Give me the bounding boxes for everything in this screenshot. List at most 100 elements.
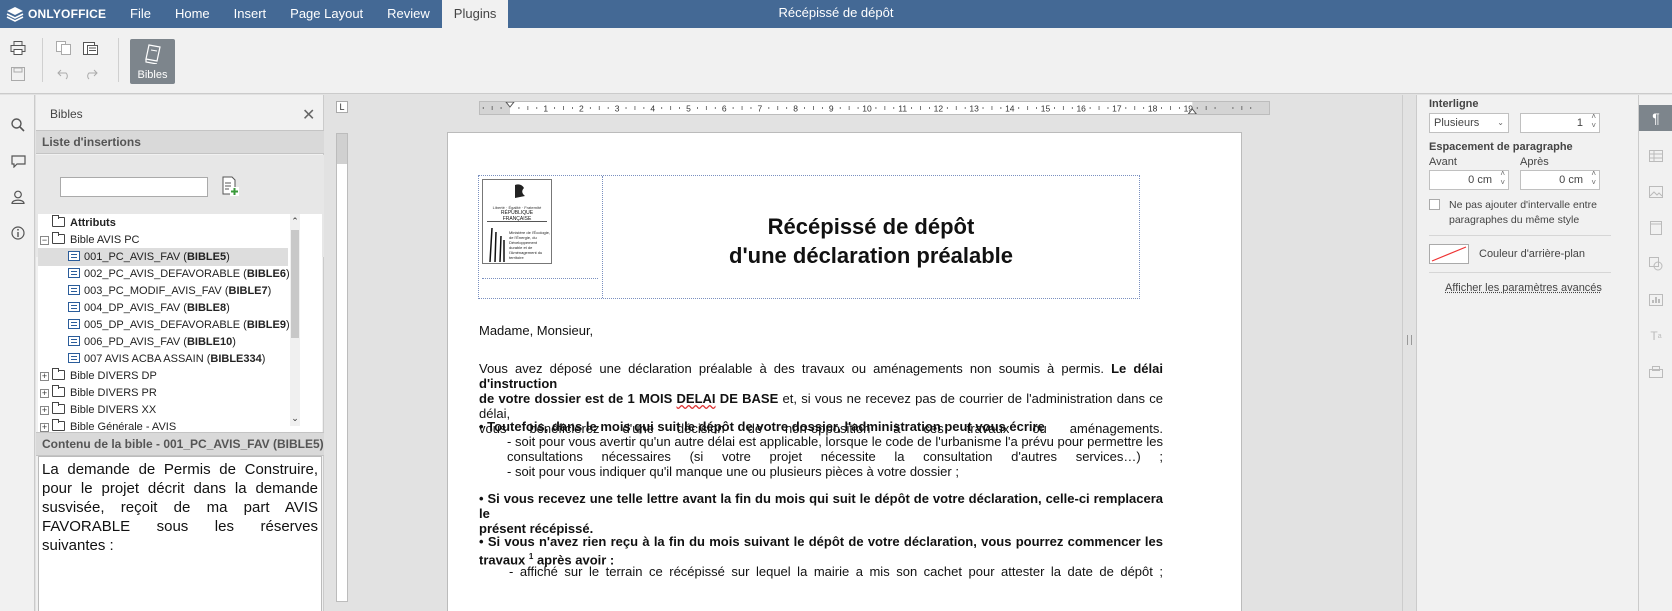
tree-item-bible6[interactable]: 002_PC_AVIS_DEFAVORABLE (BIBLE6) — [68, 265, 290, 283]
tab-review[interactable]: Review — [375, 0, 442, 28]
ruler-tick-label: 13 — [969, 104, 979, 114]
copy-icon[interactable] — [53, 37, 75, 59]
info-icon[interactable] — [8, 223, 28, 243]
chart-settings-icon[interactable] — [1647, 291, 1665, 309]
ruler-tick-label: 5 — [686, 104, 691, 114]
tab-insert[interactable]: Insert — [222, 0, 279, 28]
line-spacing-mode-select[interactable]: Plusieurs ⌄ — [1429, 113, 1509, 133]
bullet-1-line: - soit pour vous avertir qu'un autre dél… — [507, 434, 1163, 449]
expand-icon[interactable]: + — [40, 389, 49, 398]
line-spacing-value-input[interactable]: 1 ˄ ˅ — [1520, 112, 1600, 133]
print-icon[interactable] — [7, 37, 29, 59]
bullet-3-detail: - affiché sur le terrain ce récépissé su… — [509, 564, 1163, 579]
tree-label: Bible DIVERS DP — [70, 370, 157, 382]
tree-item-code: BIBLE7 — [228, 285, 268, 297]
bible-content-text[interactable]: La demande de Permis de Construire, pour… — [38, 456, 322, 611]
expand-icon[interactable]: + — [40, 423, 49, 432]
before-label: Avant — [1429, 156, 1457, 168]
shape-settings-icon[interactable] — [1647, 255, 1665, 273]
plugin-title: Bibles — [50, 107, 83, 121]
tab-page-layout[interactable]: Page Layout — [278, 0, 375, 28]
tree-item-bible10[interactable]: 006_PD_AVIS_FAV (BIBLE10) — [68, 333, 236, 351]
document-scrollbar[interactable] — [1402, 95, 1416, 611]
bibles-plugin-button[interactable]: Bibles — [130, 39, 175, 84]
tab-file[interactable]: File — [118, 0, 163, 28]
tree-folder-attributs[interactable]: Attributs — [52, 214, 116, 232]
p1-text: Vous avez déposé une déclaration préalab… — [479, 361, 1112, 376]
tab-stop-icon[interactable]: L — [336, 101, 348, 113]
bullet-1: • Toutefois, dans le mois qui suit le dé… — [479, 419, 1045, 434]
insert-list-header: Liste d'insertions — [36, 130, 324, 154]
tree-item-bible334[interactable]: 007 AVIS ACBA ASSAIN (BIBLE334) — [68, 350, 265, 368]
redo-icon[interactable] — [80, 63, 102, 85]
tab-home[interactable]: Home — [163, 0, 222, 28]
ruler-tick-label: 6 — [722, 104, 727, 114]
heading-line-1: Récépissé de dépôt — [767, 214, 975, 239]
scroll-thumb[interactable] — [291, 230, 299, 338]
text-art-settings-icon[interactable]: Ta — [1647, 327, 1665, 345]
document-page[interactable]: Liberté · Égalité · Fraternité RÉPUBLIQU… — [447, 132, 1242, 611]
no-interval-checkbox[interactable] — [1429, 199, 1440, 210]
folder-icon — [52, 385, 65, 397]
save-icon[interactable] — [7, 63, 29, 85]
tree-item-bible9[interactable]: 005_DP_AVIS_DEFAVORABLE (BIBLE9) — [68, 316, 290, 334]
heading-line-2: d'une déclaration préalable — [729, 243, 1013, 268]
background-color-label: Couleur d'arrière-plan — [1479, 248, 1586, 260]
spacing-before-input[interactable]: 0 cm ˄ ˅ — [1429, 169, 1509, 190]
scroll-down-icon[interactable]: ⌄ — [290, 413, 300, 424]
bullet-1-line: consultations nécessaires (si votre proj… — [507, 449, 1163, 464]
folder-icon — [52, 419, 65, 431]
collapse-icon[interactable]: − — [40, 236, 49, 245]
greeting: Madame, Monsieur, — [479, 323, 594, 338]
vertical-ruler[interactable] — [336, 133, 348, 602]
stepper-icon[interactable]: ˄ ˅ — [1500, 169, 1505, 187]
background-color-picker[interactable] — [1429, 244, 1469, 264]
paragraph-settings-icon[interactable]: ¶ — [1647, 109, 1665, 127]
tree-label: Bible DIVERS PR — [70, 387, 157, 399]
stepper-icon[interactable]: ˄ ˅ — [1591, 169, 1596, 187]
paste-icon[interactable] — [80, 37, 102, 59]
undo-icon[interactable] — [53, 63, 75, 85]
stepper-icon[interactable]: ˄ ˅ — [1591, 112, 1596, 130]
user-icon[interactable] — [8, 187, 28, 207]
toolbar-separator — [42, 38, 43, 82]
p1-bold: de votre dossier est de 1 MOIS — [479, 391, 677, 406]
tree-folder-divers-pr[interactable]: + Bible DIVERS PR — [40, 384, 157, 402]
tree-item-bible5[interactable]: 001_PC_AVIS_FAV (BIBLE5) — [38, 248, 288, 266]
line-spacing-label: Interligne — [1429, 98, 1479, 110]
ruler-tick-label: 8 — [793, 104, 798, 114]
advanced-settings-link[interactable]: Afficher les paramètres avancés — [1445, 282, 1602, 294]
ruler-tick-label: 17 — [1112, 104, 1122, 114]
tree-folder-divers-xx[interactable]: + Bible DIVERS XX — [40, 401, 156, 419]
tree-item-code: BIBLE9 — [246, 319, 286, 331]
comments-icon[interactable] — [8, 151, 28, 171]
tree-folder-bible-avis-pc[interactable]: − Bible AVIS PC — [40, 231, 140, 249]
image-settings-icon[interactable] — [1647, 183, 1665, 201]
bibles-button-label: Bibles — [137, 69, 168, 81]
tree-item-name: 003_PC_MODIF_AVIS_FAV — [84, 285, 222, 297]
mail-merge-icon[interactable] — [1647, 363, 1665, 381]
ruler-tick-label: 11 — [898, 104, 907, 114]
tree-scrollbar[interactable]: ⌃ ⌄ — [290, 214, 300, 426]
bible-search-input[interactable] — [60, 177, 208, 197]
tree-folder-divers-dp[interactable]: + Bible DIVERS DP — [40, 367, 157, 385]
header-footer-settings-icon[interactable] — [1647, 219, 1665, 237]
tree-item-bible7[interactable]: 003_PC_MODIF_AVIS_FAV (BIBLE7) — [68, 282, 271, 300]
tree-item-name: 007 AVIS ACBA ASSAIN — [84, 353, 204, 365]
table-settings-icon[interactable] — [1647, 147, 1665, 165]
tree-label: Attributs — [70, 217, 116, 229]
expand-icon[interactable]: + — [40, 406, 49, 415]
document-canvas: L 1 2 3 4 5 6 7 8 9 10 11 12 13 14 15 16 17 18 19 Liberté … — [324, 95, 1340, 611]
search-icon[interactable] — [8, 115, 28, 135]
horizontal-ruler[interactable]: 1 2 3 4 5 6 7 8 9 10 11 12 13 14 15 16 17 18 19 — [479, 101, 1270, 115]
tree-item-bible8[interactable]: 004_DP_AVIS_FAV (BIBLE8) — [68, 299, 230, 317]
spacing-after-input[interactable]: 0 cm ˄ ˅ — [1520, 169, 1600, 190]
scroll-up-icon[interactable]: ⌃ — [290, 216, 300, 227]
expand-icon[interactable]: + — [40, 372, 49, 381]
ruler-tick-label: 18 — [1148, 104, 1158, 114]
close-icon[interactable]: ✕ — [302, 105, 315, 125]
tab-plugins[interactable]: Plugins — [441, 0, 509, 28]
right-sidebar: ¶ Ta — [1638, 95, 1672, 611]
add-document-icon[interactable] — [222, 176, 240, 196]
toolbar-separator — [118, 38, 119, 82]
